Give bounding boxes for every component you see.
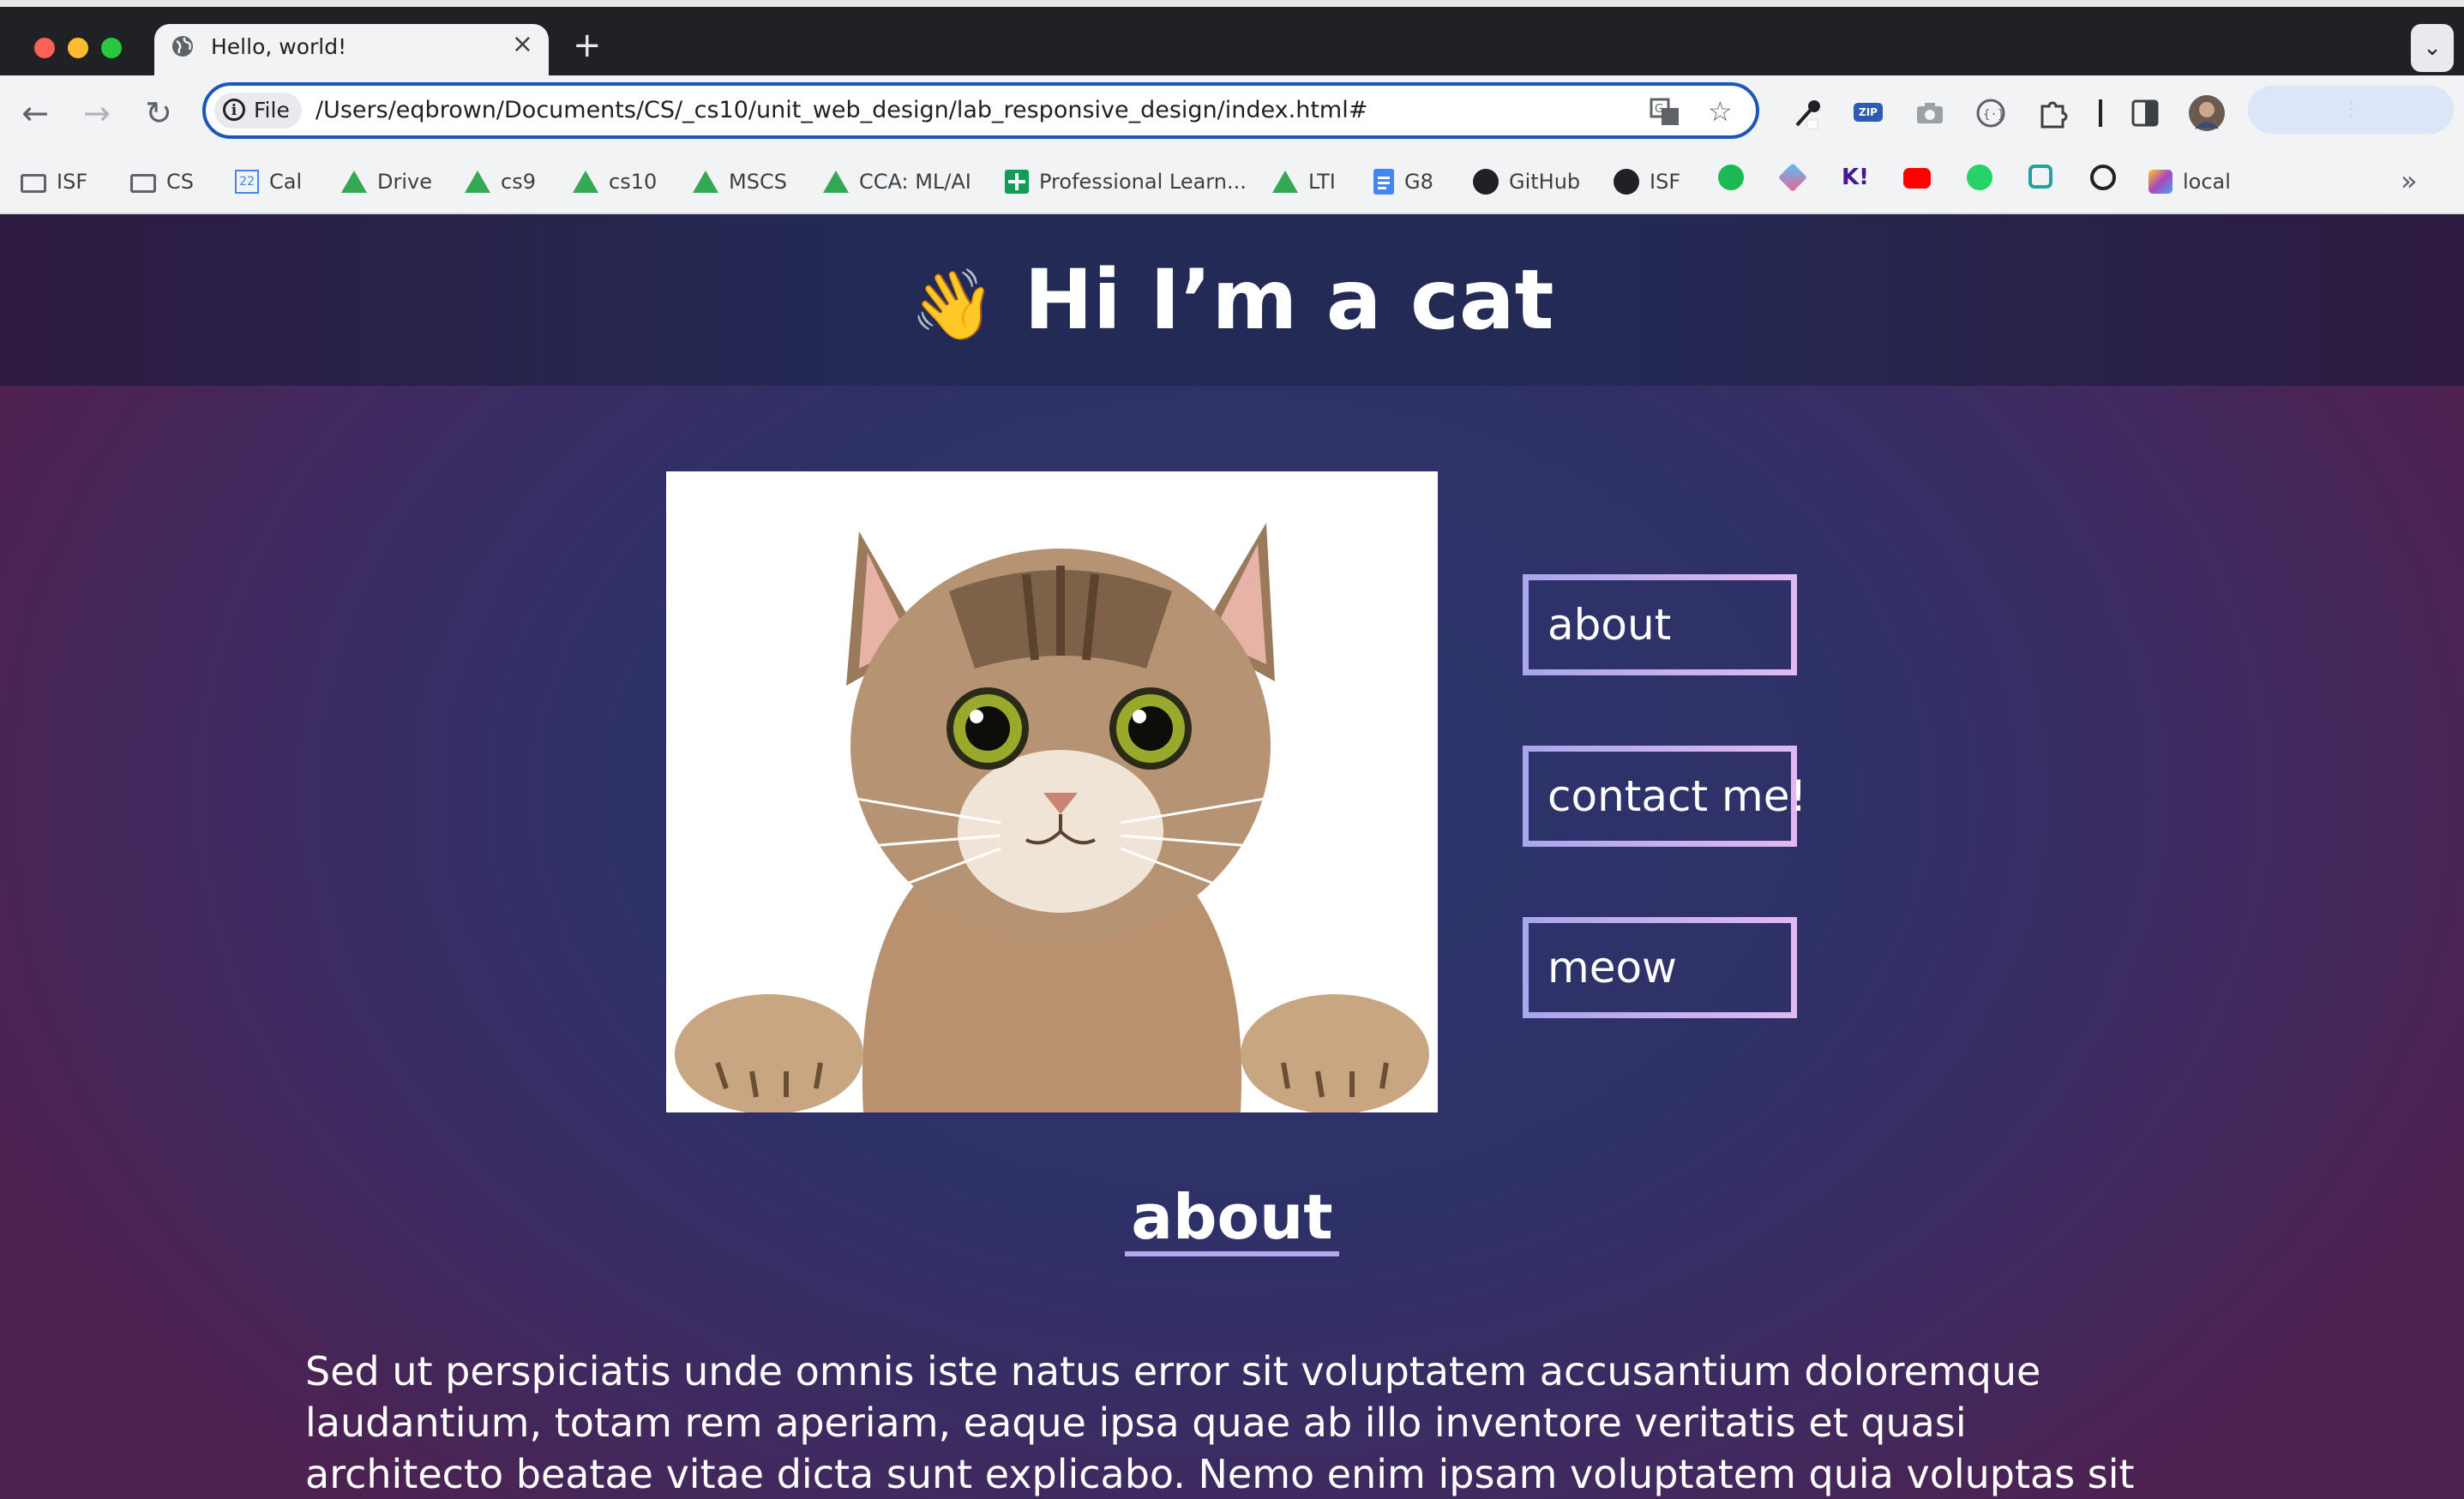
tab-title: Hello, world! xyxy=(211,34,347,59)
cat-image xyxy=(666,471,1438,1112)
page-heading: 👋 Hi I’m a cat xyxy=(0,249,2464,357)
minimize-window-button[interactable] xyxy=(68,38,88,58)
about-heading: about xyxy=(1131,1181,1333,1253)
bookmark-isf-folder[interactable]: ISF xyxy=(21,165,87,199)
reload-icon[interactable]: ↻ xyxy=(137,94,180,132)
github-icon xyxy=(1473,169,1499,195)
nav-button-meow[interactable]: meow xyxy=(1523,917,1797,1018)
forward-arrow-icon[interactable]: → xyxy=(75,94,118,132)
url-text[interactable]: /Users/eqbrown/Documents/CS/_cs10/unit_w… xyxy=(316,95,1367,126)
bookmark-label: cs10 xyxy=(609,170,658,194)
info-icon: i xyxy=(223,99,245,121)
folder-icon xyxy=(21,174,46,193)
bookmark-label: CS xyxy=(166,170,194,194)
bookmark-drive[interactable]: Drive xyxy=(341,165,432,199)
web-page: 👋 Hi I’m a cat about contact me! meow ab… xyxy=(0,214,2464,1499)
tab-close-icon[interactable]: × xyxy=(512,29,533,60)
nav-button-about[interactable]: about xyxy=(1523,574,1797,675)
about-paragraph: Sed ut perspiciatis unde omnis iste natu… xyxy=(305,1348,2135,1497)
camera-icon[interactable] xyxy=(1915,101,1944,125)
calendar-icon: 22 xyxy=(235,170,259,194)
bookmark-local[interactable]: local xyxy=(2148,165,2231,199)
drive-icon xyxy=(823,171,849,193)
bookmark-label: Drive xyxy=(377,170,432,194)
site-info-chip[interactable]: i File xyxy=(214,93,302,129)
code-extension-icon[interactable]: {·} xyxy=(1975,98,2006,129)
back-arrow-icon[interactable]: ← xyxy=(14,94,57,132)
bookmark-label: CCA: ML/AI xyxy=(859,170,971,194)
heading-underline xyxy=(1125,1251,1339,1256)
maximize-window-button[interactable] xyxy=(101,38,122,58)
bookmark-label: Professional Learn... xyxy=(1039,170,1247,194)
browser-toolbar: ← → ↻ i File /Users/eqbrown/Documents/CS… xyxy=(0,75,2464,154)
bookmark-cs10[interactable]: cs10 xyxy=(573,165,657,199)
close-window-button[interactable] xyxy=(34,38,55,58)
cube-icon xyxy=(2148,170,2173,194)
bookmark-cca-ml-ai[interactable]: CCA: ML/AI xyxy=(823,165,971,199)
globe-icon xyxy=(172,36,193,57)
eyedropper-icon[interactable] xyxy=(1792,96,1823,130)
drive-icon xyxy=(693,171,718,193)
svg-text:G: G xyxy=(1655,103,1663,116)
github-icon xyxy=(1614,169,1639,195)
spotify-icon[interactable] xyxy=(1718,165,1744,190)
folder-icon xyxy=(130,174,156,193)
bookmark-label: ISF xyxy=(1650,170,1681,194)
page-title: Hi I’m a cat xyxy=(1024,252,1554,348)
nav-button-contact[interactable]: contact me! xyxy=(1523,746,1807,847)
bookmark-lti[interactable]: LTI xyxy=(1272,165,1336,199)
side-panel-icon[interactable] xyxy=(2131,99,2159,127)
profile-menu-button[interactable]: ⋮ xyxy=(2248,86,2454,134)
tab-strip: Hello, world! × + ⌄ xyxy=(0,0,2464,84)
address-bar[interactable]: i File /Users/eqbrown/Documents/CS/_cs10… xyxy=(202,82,1759,139)
bookmark-professional-learning[interactable]: Professional Learn... xyxy=(1005,165,1247,199)
sheets-icon xyxy=(1005,170,1029,194)
bookmark-label: Cal xyxy=(269,170,303,194)
zip-extension-icon[interactable]: ZIP xyxy=(1854,103,1883,122)
bookmark-mscs[interactable]: MSCS xyxy=(693,165,787,199)
svg-text:{·}: {·} xyxy=(1983,108,2004,122)
youtube-icon[interactable] xyxy=(1903,168,1931,189)
extensions-puzzle-icon[interactable] xyxy=(2037,98,2068,129)
translate-icon[interactable]: G xyxy=(1650,98,1680,127)
waving-hand-emoji: 👋 xyxy=(910,265,996,345)
bookmark-cs9[interactable]: cs9 xyxy=(465,165,536,199)
bookmark-label: ISF xyxy=(57,170,88,194)
drive-icon xyxy=(573,171,598,193)
drive-icon xyxy=(465,171,490,193)
bookmark-label: LTI xyxy=(1308,170,1336,194)
bookmark-github[interactable]: GitHub xyxy=(1473,165,1580,199)
bookmark-cal[interactable]: 22 Cal xyxy=(235,165,302,199)
cube-extension-icon[interactable] xyxy=(1778,163,1807,192)
site-info-label: File xyxy=(254,98,290,123)
bookmarks-overflow-icon[interactable]: » xyxy=(2401,165,2418,197)
docs-icon xyxy=(1373,169,1394,195)
bookmark-label: G8 xyxy=(1404,170,1433,194)
new-tab-button[interactable]: + xyxy=(573,28,602,63)
bookmark-label: MSCS xyxy=(729,170,787,194)
bookmark-label: GitHub xyxy=(1509,170,1581,194)
soccer-ball-icon[interactable] xyxy=(2090,165,2116,190)
profile-avatar[interactable] xyxy=(2188,94,2226,132)
drive-icon xyxy=(341,171,367,193)
kahoot-icon[interactable]: K! xyxy=(1842,165,1869,190)
bookmarks-bar: ISF CS 22 Cal Drive cs9 cs10 MSCS CCA: M… xyxy=(0,154,2464,214)
pear-deck-icon[interactable] xyxy=(2028,165,2052,189)
bookmark-label: local xyxy=(2183,170,2231,194)
tab-search-button[interactable]: ⌄ xyxy=(2411,24,2454,72)
bookmark-cs-folder[interactable]: CS xyxy=(130,165,194,199)
bookmark-isf-github[interactable]: ISF xyxy=(1614,165,1680,199)
bookmark-g8[interactable]: G8 xyxy=(1373,165,1433,199)
toolbar-divider xyxy=(2099,99,2102,127)
bookmark-label: cs9 xyxy=(501,170,536,194)
bookmark-star-icon[interactable]: ☆ xyxy=(1708,96,1733,127)
drive-icon xyxy=(1272,171,1298,193)
whatsapp-icon[interactable] xyxy=(1967,165,1992,190)
